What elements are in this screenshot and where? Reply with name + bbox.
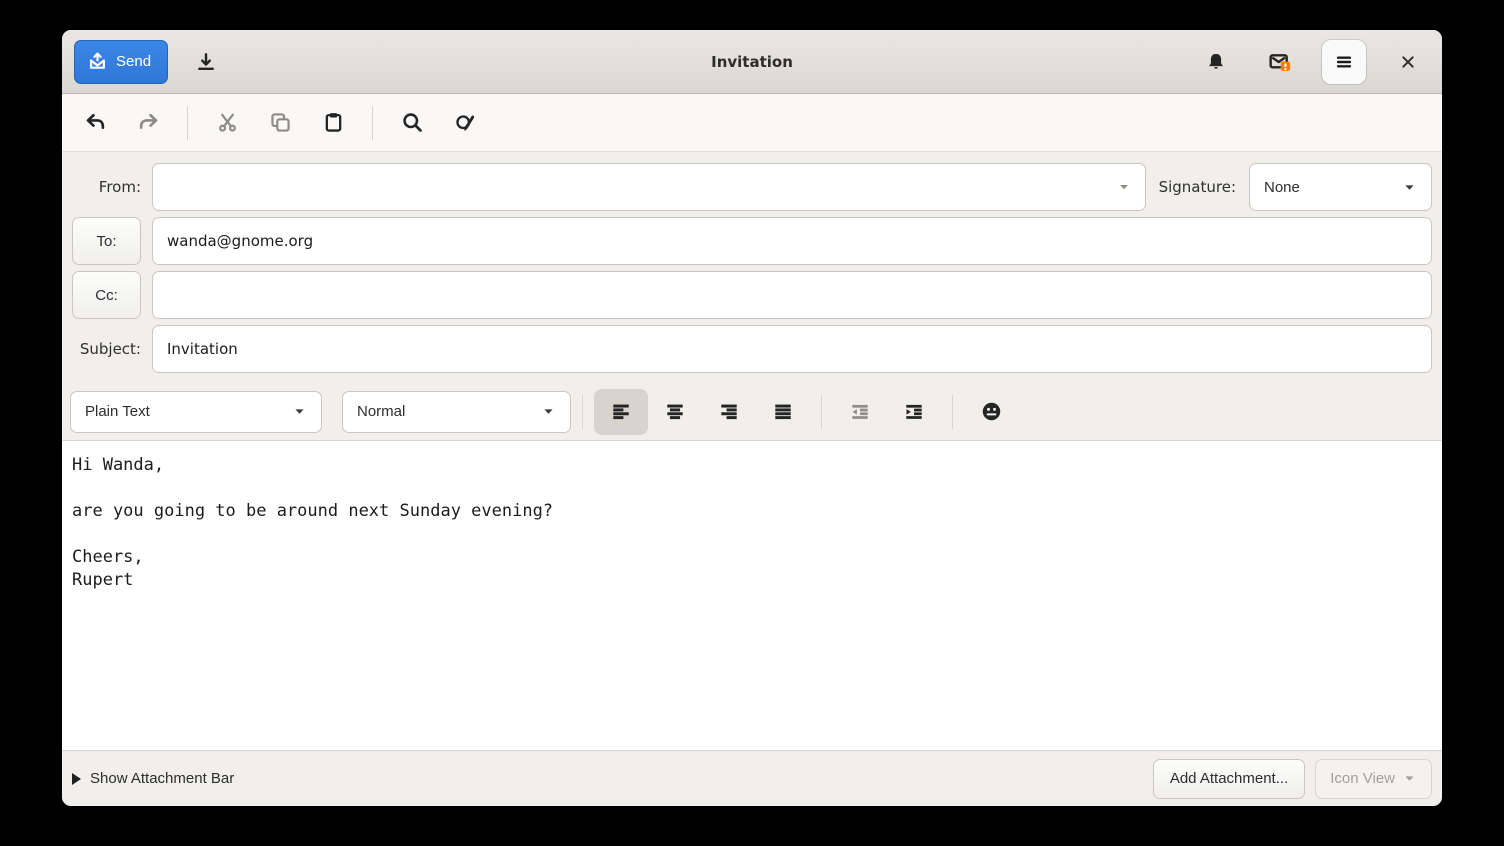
signature-dropdown[interactable]: None bbox=[1249, 163, 1432, 211]
indent-button[interactable] bbox=[887, 389, 941, 435]
hamburger-menu-button[interactable] bbox=[1322, 40, 1366, 84]
copy-button[interactable] bbox=[257, 102, 303, 144]
show-attachment-bar-expander[interactable]: Show Attachment Bar bbox=[72, 770, 234, 787]
new-mail-badge-icon bbox=[1268, 50, 1292, 74]
expander-triangle-icon bbox=[72, 773, 81, 785]
align-right-button[interactable] bbox=[702, 389, 756, 435]
save-button[interactable] bbox=[184, 40, 228, 84]
redo-icon bbox=[137, 111, 160, 134]
envelope-form: From: Signature: None To: bbox=[62, 152, 1442, 383]
toolbar-separator bbox=[582, 395, 583, 429]
from-row: From: Signature: None bbox=[72, 163, 1432, 211]
cc-row: Cc: bbox=[72, 271, 1432, 319]
subject-label: Subject: bbox=[72, 340, 152, 358]
from-dropdown-arrow-icon[interactable] bbox=[1117, 180, 1131, 194]
cc-button[interactable]: Cc: bbox=[72, 271, 141, 319]
cc-input[interactable] bbox=[152, 271, 1432, 319]
add-attachment-button[interactable]: Add Attachment... bbox=[1153, 759, 1305, 799]
align-left-icon bbox=[610, 401, 632, 423]
indent-icon bbox=[903, 401, 925, 423]
format-mode-dropdown[interactable]: Plain Text bbox=[70, 391, 322, 433]
justify-icon bbox=[772, 401, 794, 423]
hamburger-menu-icon bbox=[1333, 51, 1355, 73]
redo-button[interactable] bbox=[125, 102, 171, 144]
edit-toolbar bbox=[62, 94, 1442, 152]
show-attachment-bar-label: Show Attachment Bar bbox=[90, 770, 234, 787]
send-button-label: Send bbox=[116, 53, 151, 70]
justify-button[interactable] bbox=[756, 389, 810, 435]
align-left-button[interactable] bbox=[594, 389, 648, 435]
close-icon bbox=[1398, 52, 1418, 72]
to-input[interactable] bbox=[152, 217, 1432, 265]
align-center-icon bbox=[664, 401, 686, 423]
close-button[interactable] bbox=[1386, 40, 1430, 84]
from-combobox[interactable] bbox=[152, 163, 1146, 211]
save-icon bbox=[195, 51, 217, 73]
signature-value: None bbox=[1264, 179, 1300, 196]
align-center-button[interactable] bbox=[648, 389, 702, 435]
to-row: To: bbox=[72, 217, 1432, 265]
send-button[interactable]: Send bbox=[74, 40, 168, 84]
view-mode-label: Icon View bbox=[1330, 770, 1395, 787]
message-body-editor[interactable]: Hi Wanda, are you going to be around nex… bbox=[62, 441, 1442, 750]
paste-icon bbox=[322, 111, 345, 134]
dropdown-arrow-icon bbox=[1402, 180, 1417, 195]
align-right-icon bbox=[718, 401, 740, 423]
subject-row: Subject: bbox=[72, 325, 1432, 373]
cut-button[interactable] bbox=[204, 102, 250, 144]
undo-button[interactable] bbox=[72, 102, 118, 144]
subject-input[interactable] bbox=[152, 325, 1432, 373]
find-replace-icon bbox=[454, 111, 477, 134]
find-button[interactable] bbox=[389, 102, 435, 144]
paragraph-style-value: Normal bbox=[357, 403, 405, 420]
compose-window: Invitation Send bbox=[62, 30, 1442, 806]
dropdown-arrow-icon bbox=[541, 404, 556, 419]
toolbar-separator bbox=[952, 395, 953, 429]
paste-button[interactable] bbox=[310, 102, 356, 144]
paragraph-style-dropdown[interactable]: Normal bbox=[342, 391, 571, 433]
toolbar-separator bbox=[821, 395, 822, 429]
notifications-button[interactable] bbox=[1194, 40, 1238, 84]
cut-icon bbox=[216, 111, 239, 134]
message-body-text: Hi Wanda, are you going to be around nex… bbox=[72, 454, 1432, 592]
to-button[interactable]: To: bbox=[72, 217, 141, 265]
undo-icon bbox=[84, 111, 107, 134]
format-toolbar: Plain Text Normal bbox=[62, 383, 1442, 441]
dropdown-arrow-icon bbox=[292, 404, 307, 419]
header-bar: Invitation Send bbox=[62, 30, 1442, 94]
attachment-view-mode-dropdown: Icon View bbox=[1315, 759, 1432, 799]
search-icon bbox=[401, 111, 424, 134]
toolbar-separator bbox=[372, 106, 373, 140]
outdent-button[interactable] bbox=[833, 389, 887, 435]
toolbar-separator bbox=[187, 106, 188, 140]
attachment-footer: Show Attachment Bar Add Attachment... Ic… bbox=[62, 750, 1442, 806]
bell-icon bbox=[1205, 51, 1227, 73]
signature-label: Signature: bbox=[1159, 178, 1236, 196]
from-input[interactable] bbox=[167, 164, 1117, 210]
insert-emoji-button[interactable] bbox=[964, 389, 1018, 435]
outdent-icon bbox=[849, 401, 871, 423]
dropdown-arrow-icon bbox=[1402, 771, 1417, 786]
format-mode-value: Plain Text bbox=[85, 403, 150, 420]
send-icon bbox=[87, 51, 108, 72]
find-replace-button[interactable] bbox=[442, 102, 488, 144]
copy-icon bbox=[269, 111, 292, 134]
from-label: From: bbox=[72, 178, 152, 196]
emoji-icon bbox=[980, 400, 1003, 423]
new-mail-notification-button[interactable] bbox=[1258, 40, 1302, 84]
